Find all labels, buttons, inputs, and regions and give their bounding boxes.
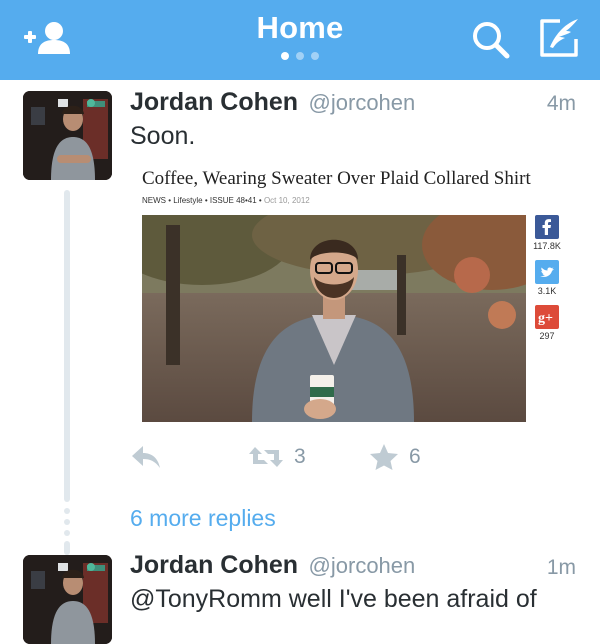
google-plus-icon[interactable]: g+: [535, 305, 559, 329]
page-dot-3[interactable]: [311, 52, 319, 60]
tweet-timestamp-2: 1m: [546, 556, 576, 579]
thread-collapsed-dots: [64, 508, 70, 541]
article-share-buttons: 117.8K 3.1K g+ 297: [532, 215, 562, 350]
twitter-icon[interactable]: [535, 260, 559, 284]
author-name[interactable]: Jordan Cohen: [130, 88, 298, 116]
tweet-media-card[interactable]: Coffee, Wearing Sweater Over Plaid Colla…: [130, 160, 570, 430]
svg-text:g+: g+: [538, 311, 553, 326]
tweet-timestamp: 4m: [546, 92, 576, 115]
article-photo-illustration: [142, 215, 526, 422]
page-dot-2[interactable]: [296, 52, 304, 60]
top-navigation-bar: Home: [0, 0, 600, 80]
article-date: Oct 10, 2012: [263, 196, 310, 205]
facebook-icon[interactable]: [535, 215, 559, 239]
retweet-icon: [249, 447, 283, 467]
reply-icon: [132, 446, 160, 468]
retweet-count: 3: [294, 445, 306, 468]
more-replies-link[interactable]: 6 more replies: [130, 505, 276, 532]
favorite-count: 6: [409, 445, 421, 468]
avatar-photo: [23, 91, 112, 180]
conversation-thread-line: [64, 190, 70, 502]
author-avatar[interactable]: [23, 91, 112, 180]
tweet-header-2: Jordan Cohen @jorcohen: [130, 551, 415, 580]
twitter-share-count: 3.1K: [537, 286, 557, 296]
article-meta: NEWS • Lifestyle • ISSUE 48•41 • Oct 10,…: [142, 196, 310, 205]
tweet-text: Soon.: [130, 122, 196, 150]
conversation-thread-line-bottom: [64, 541, 70, 555]
facebook-share-count: 117.8K: [533, 241, 561, 251]
article-section: NEWS • Lifestyle • ISSUE 48•41 •: [142, 196, 262, 205]
article-headline: Coffee, Wearing Sweater Over Plaid Colla…: [142, 168, 531, 189]
tweet-header: Jordan Cohen @jorcohen: [130, 88, 415, 117]
author-name-2[interactable]: Jordan Cohen: [130, 551, 298, 579]
favorite-button[interactable]: 6: [369, 440, 421, 474]
retweet-button[interactable]: 3: [248, 440, 306, 474]
article-photo: [142, 215, 526, 422]
compose-tweet-icon[interactable]: [538, 17, 582, 59]
search-icon[interactable]: [470, 19, 512, 61]
reply-button[interactable]: [130, 440, 162, 474]
page-dot-1[interactable]: [281, 52, 289, 60]
author-handle-2[interactable]: @jorcohen: [309, 553, 416, 578]
author-handle[interactable]: @jorcohen: [309, 90, 416, 115]
google-plus-share-count: 297: [539, 331, 555, 341]
star-icon: [370, 444, 398, 470]
